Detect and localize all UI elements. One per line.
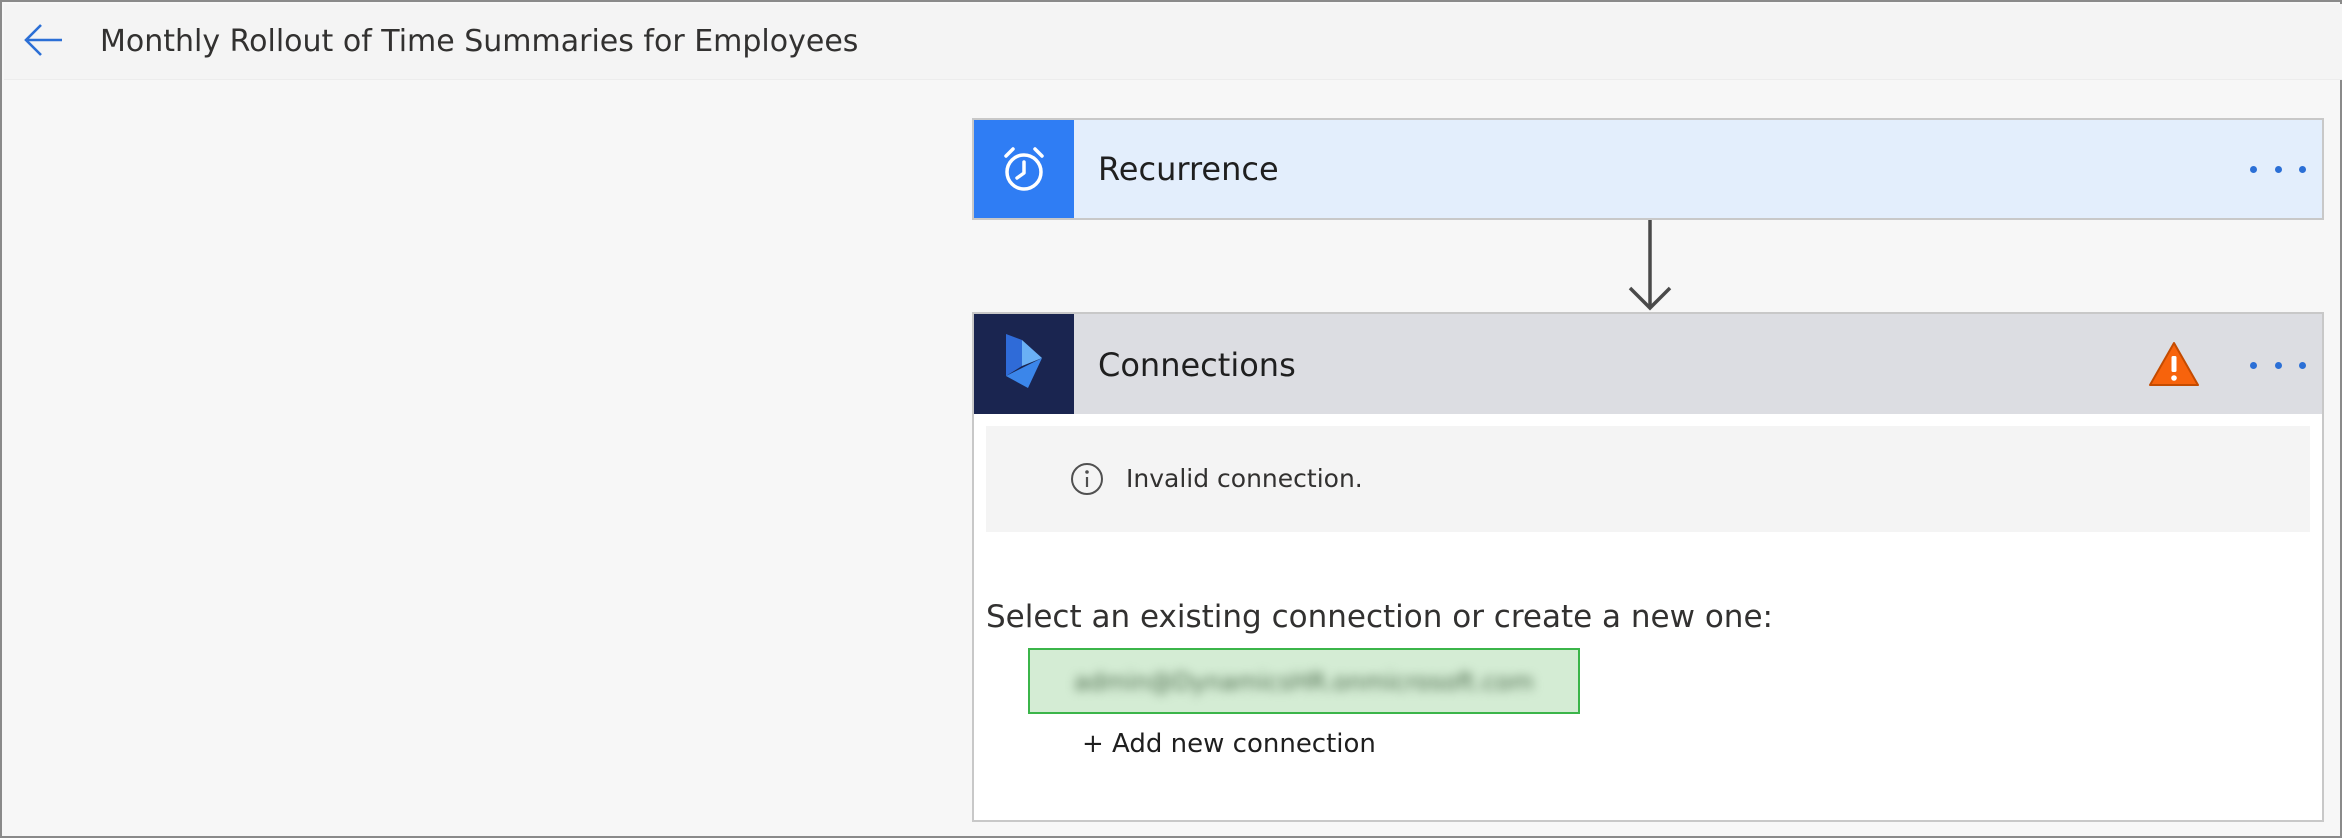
connections-title: Connections: [1098, 346, 1296, 384]
add-new-connection-link[interactable]: + Add new connection: [1082, 726, 1376, 762]
ellipsis-icon: [2250, 361, 2257, 369]
existing-connection-option[interactable]: admin@DynamicsHR.onmicrosoft.com: [1028, 648, 1580, 714]
recurrence-title: Recurrence: [1098, 150, 1279, 188]
header-bar: Monthly Rollout of Time Summaries for Em…: [4, 4, 2342, 80]
arrow-left-icon: [24, 24, 62, 56]
app-frame: Monthly Rollout of Time Summaries for Em…: [0, 0, 2342, 838]
alarm-clock-icon: [1004, 147, 1044, 191]
ellipsis-icon: [2250, 165, 2257, 173]
dynamics-365-icon: [1006, 334, 1042, 388]
ellipsis-dot: [2299, 361, 2306, 369]
ellipsis-dot: [2299, 165, 2306, 173]
recurrence-step-card[interactable]: Recurrence: [972, 118, 2324, 220]
info-message-text: Invalid connection.: [1126, 464, 1363, 493]
connections-more-button[interactable]: [2250, 350, 2306, 380]
connections-step-card: Connections Invalid connection. Select a…: [972, 312, 2324, 822]
page-title: Monthly Rollout of Time Summaries for Em…: [100, 24, 859, 59]
recurrence-icon-tile: [974, 120, 1074, 218]
connections-header[interactable]: Connections: [974, 314, 2322, 414]
recurrence-more-button[interactable]: [2250, 154, 2306, 184]
ellipsis-dot: [2274, 361, 2282, 369]
dynamics-icon-tile: [974, 314, 1074, 414]
select-connection-prompt: Select an existing connection or create …: [986, 599, 1773, 635]
info-circle-icon: [1071, 463, 1103, 495]
connection-account-text: admin@DynamicsHR.onmicrosoft.com: [1074, 668, 1534, 696]
ellipsis-dot: [2274, 165, 2282, 173]
invalid-connection-message: Invalid connection.: [986, 426, 2310, 532]
warning-triangle-icon: [2149, 342, 2199, 386]
back-button[interactable]: [22, 20, 66, 60]
arrow-down-icon: [1628, 220, 1672, 311]
